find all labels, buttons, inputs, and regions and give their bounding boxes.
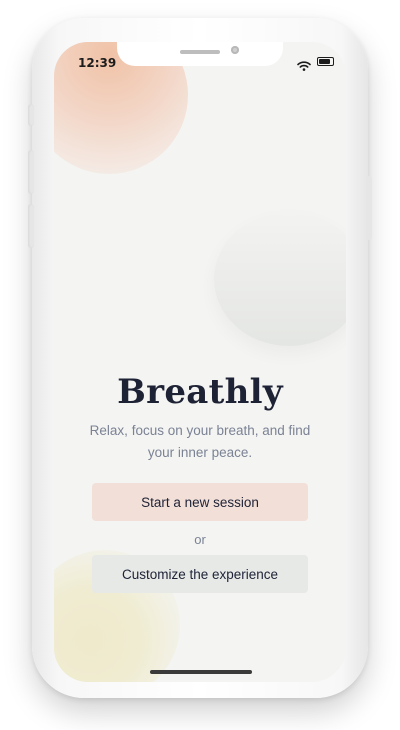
phone-volume-down (28, 204, 34, 248)
wifi-icon (297, 56, 311, 71)
battery-icon (317, 56, 334, 66)
decorative-gray-circle (214, 212, 346, 346)
app-title: Breathly (117, 372, 283, 412)
home-indicator[interactable] (150, 670, 252, 674)
app-subtitle: Relax, focus on your breath, and find yo… (89, 423, 311, 460)
status-icons (297, 56, 334, 71)
speaker-grille (180, 50, 220, 54)
notch (117, 42, 283, 66)
status-time: 12:39 (78, 56, 117, 70)
start-session-button[interactable]: Start a new session (92, 483, 308, 521)
phone-mute-switch (28, 104, 34, 126)
or-divider-text: or (194, 532, 206, 547)
phone-power-button (366, 176, 372, 240)
app-screen: 12:39 Breathly Relax, focus on your brea… (54, 42, 346, 682)
front-camera (231, 46, 239, 54)
customize-experience-button[interactable]: Customize the experience (92, 555, 308, 593)
phone-volume-up (28, 150, 34, 194)
